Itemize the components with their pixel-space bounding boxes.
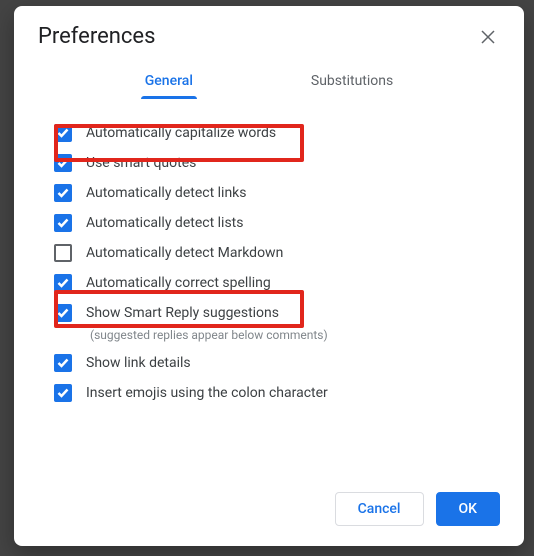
option-row: Automatically capitalize words xyxy=(50,118,488,148)
preferences-dialog: Preferences General Substitutions Automa… xyxy=(14,6,524,546)
dialog-title: Preferences xyxy=(38,24,155,49)
options-body: Automatically capitalize words Use smart … xyxy=(14,100,524,476)
option-row: Automatically detect links xyxy=(50,178,488,208)
option-label: Use smart quotes xyxy=(86,155,196,171)
tab-substitutions[interactable]: Substitutions xyxy=(307,65,397,99)
option-label: Automatically capitalize words xyxy=(86,125,276,141)
checkbox[interactable] xyxy=(54,214,72,232)
option-subtext: (suggested replies appear below comments… xyxy=(50,328,488,348)
checkbox[interactable] xyxy=(54,274,72,292)
close-icon xyxy=(481,30,495,44)
option-row: Automatically correct spelling xyxy=(50,268,488,298)
option-row: Show Smart Reply suggestions xyxy=(50,298,488,328)
tabs: General Substitutions xyxy=(14,57,524,100)
option-row: Automatically detect Markdown xyxy=(50,238,488,268)
checkbox[interactable] xyxy=(54,184,72,202)
option-label: Automatically detect links xyxy=(86,185,247,201)
checkbox[interactable] xyxy=(54,244,72,262)
option-row: Use smart quotes xyxy=(50,148,488,178)
cancel-button[interactable]: Cancel xyxy=(335,492,424,526)
option-label: Insert emojis using the colon character xyxy=(86,385,328,401)
option-row: Automatically detect lists xyxy=(50,208,488,238)
tab-general[interactable]: General xyxy=(141,65,197,99)
checkbox[interactable] xyxy=(54,304,72,322)
ok-button[interactable]: OK xyxy=(436,492,501,526)
checkbox[interactable] xyxy=(54,354,72,372)
option-label: Automatically detect Markdown xyxy=(86,245,283,261)
option-label: Automatically detect lists xyxy=(86,215,243,231)
option-row: Insert emojis using the colon character xyxy=(50,378,488,408)
checkbox[interactable] xyxy=(54,384,72,402)
option-label: Automatically correct spelling xyxy=(86,275,271,291)
checkbox[interactable] xyxy=(54,154,72,172)
checkbox[interactable] xyxy=(54,124,72,142)
option-label: Show link details xyxy=(86,355,191,371)
close-button[interactable] xyxy=(476,25,500,49)
option-label: Show Smart Reply suggestions xyxy=(86,305,279,321)
option-row: Show link details xyxy=(50,348,488,378)
